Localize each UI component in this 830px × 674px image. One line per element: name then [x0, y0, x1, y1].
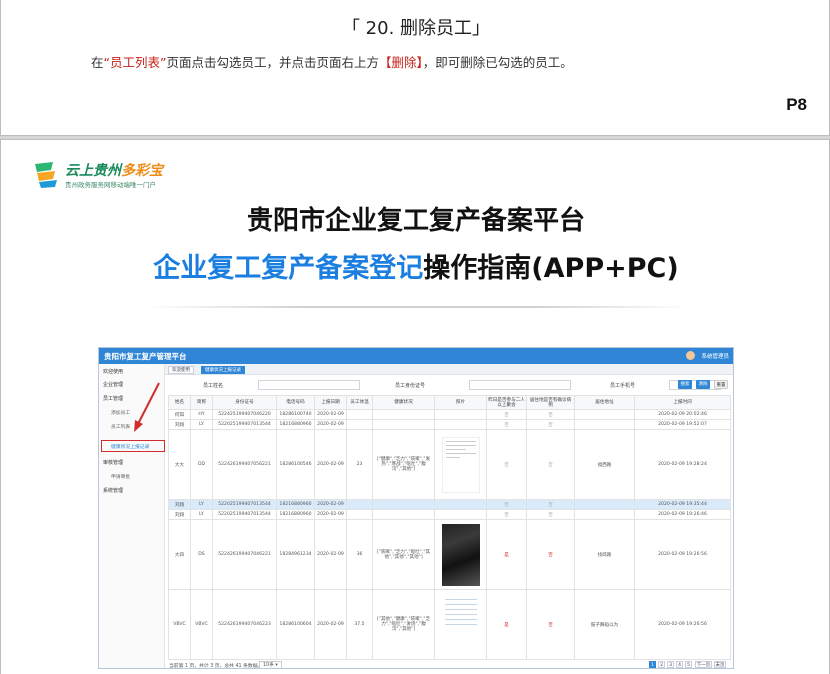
red-arrow-icon — [134, 382, 160, 432]
instruction-pre: 在 — [91, 55, 104, 70]
instruction-post: ，即可删除已勾选的员工。 — [422, 55, 573, 70]
instruction-mid: 页面点击勾选员工，并点击页面右上方 — [166, 55, 379, 70]
page-number: P8 — [786, 95, 807, 114]
employee-list-link: “员工列表” — [103, 55, 167, 70]
section-title: 「 20. 删除员工」 — [341, 18, 491, 39]
page-cover: 云上贵州多彩宝 贵州政务服务网移动端唯一门户 贵阳市企业复工复产备案平台 企业复… — [0, 139, 830, 674]
delete-keyword: 【删除】 — [378, 55, 423, 70]
page-p8: 「 20. 删除员工」 在“员工列表”页面点击勾选员工，并点击页面右上方【删除】… — [0, 0, 830, 136]
instruction-text: 在“员工列表”页面点击勾选员工，并点击页面右上方【删除】，即可删除已勾选的员工。 — [91, 52, 573, 71]
